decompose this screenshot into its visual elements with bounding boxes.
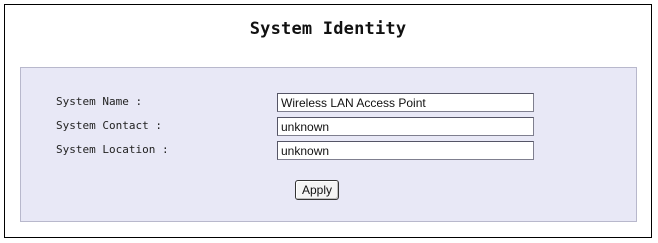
identity-form-panel: System Name : System Contact : System Lo…	[20, 67, 637, 222]
page-title: System Identity	[249, 19, 407, 39]
system-location-input[interactable]	[277, 141, 534, 160]
system-name-label: System Name :	[56, 95, 143, 108]
system-location-label: System Location :	[56, 143, 169, 156]
system-identity-frame: System Identity System Name : System Con…	[4, 4, 652, 238]
system-contact-input[interactable]	[277, 117, 534, 136]
system-name-input[interactable]	[277, 93, 534, 112]
apply-button[interactable]: Apply	[295, 180, 339, 200]
system-contact-label: System Contact :	[56, 119, 162, 132]
